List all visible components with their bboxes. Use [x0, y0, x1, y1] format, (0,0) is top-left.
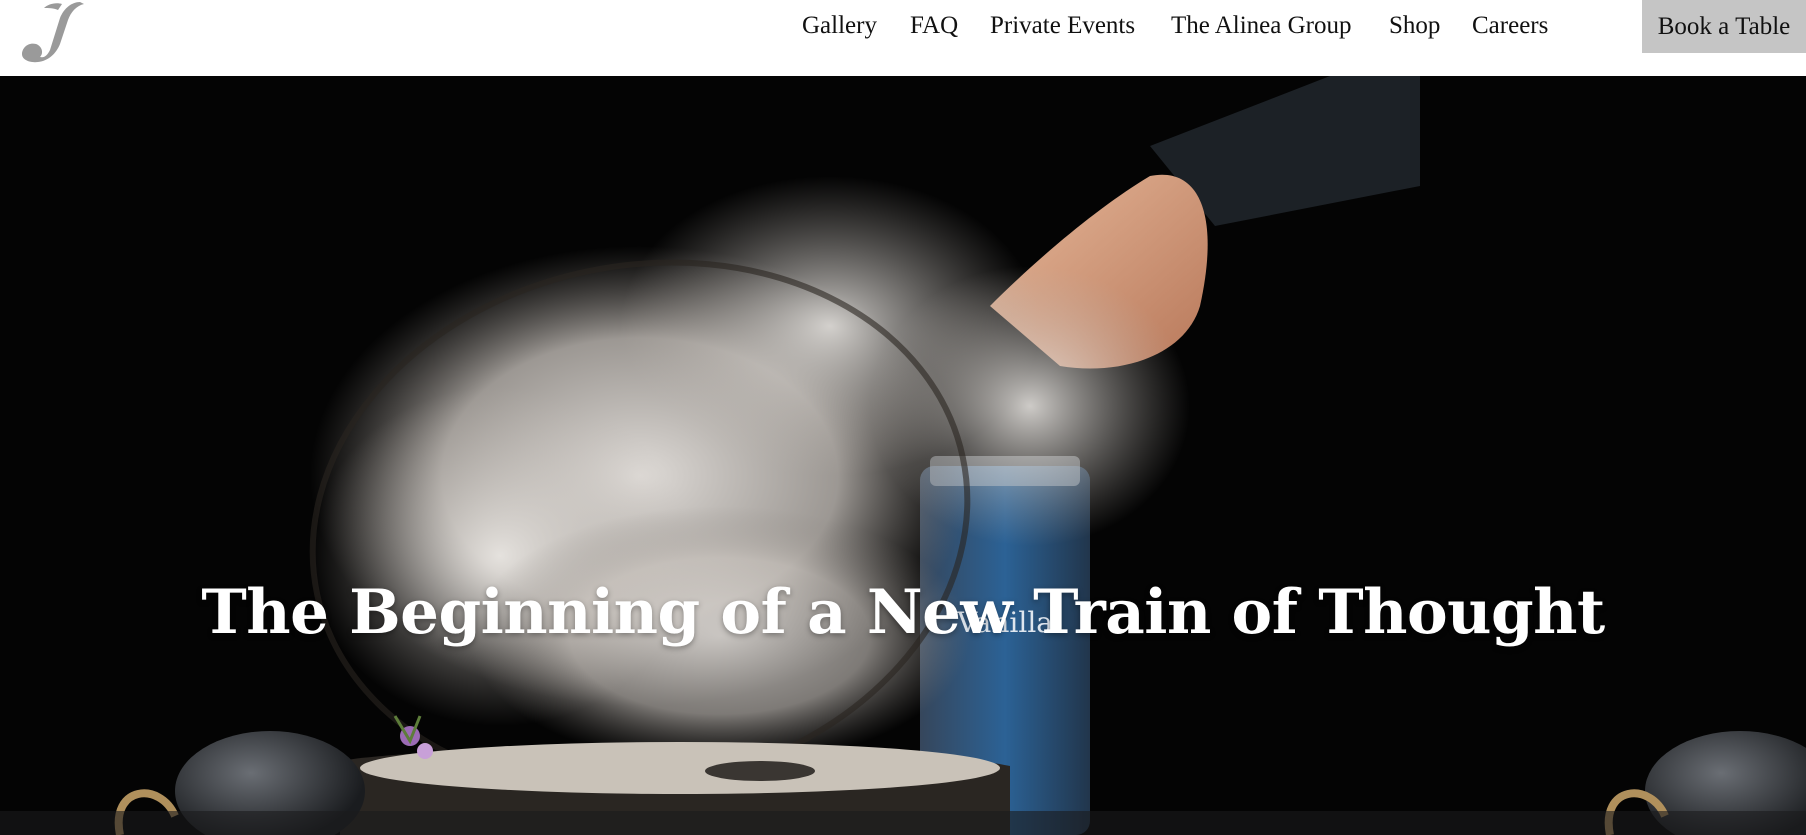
nav-private-events[interactable]: Private Events — [990, 8, 1135, 44]
book-a-table-button[interactable]: Book a Table — [1642, 0, 1806, 53]
nav-gallery[interactable]: Gallery — [802, 8, 877, 44]
main-nav: Gallery FAQ Private Events The Alinea Gr… — [0, 8, 1806, 44]
hero-headline: The Beginning of a New Train of Thought — [201, 576, 1605, 648]
nav-shop[interactable]: Shop — [1389, 8, 1440, 44]
nav-careers[interactable]: Careers — [1472, 8, 1548, 44]
nav-faq[interactable]: FAQ — [910, 8, 958, 44]
hero-image: Vanilla — [0, 76, 1806, 835]
site-header: Gallery FAQ Private Events The Alinea Gr… — [0, 0, 1806, 76]
hero-section: Vanilla The Beginning of a New Train of … — [0, 76, 1806, 835]
nav-the-alinea-group[interactable]: The Alinea Group — [1171, 8, 1352, 44]
